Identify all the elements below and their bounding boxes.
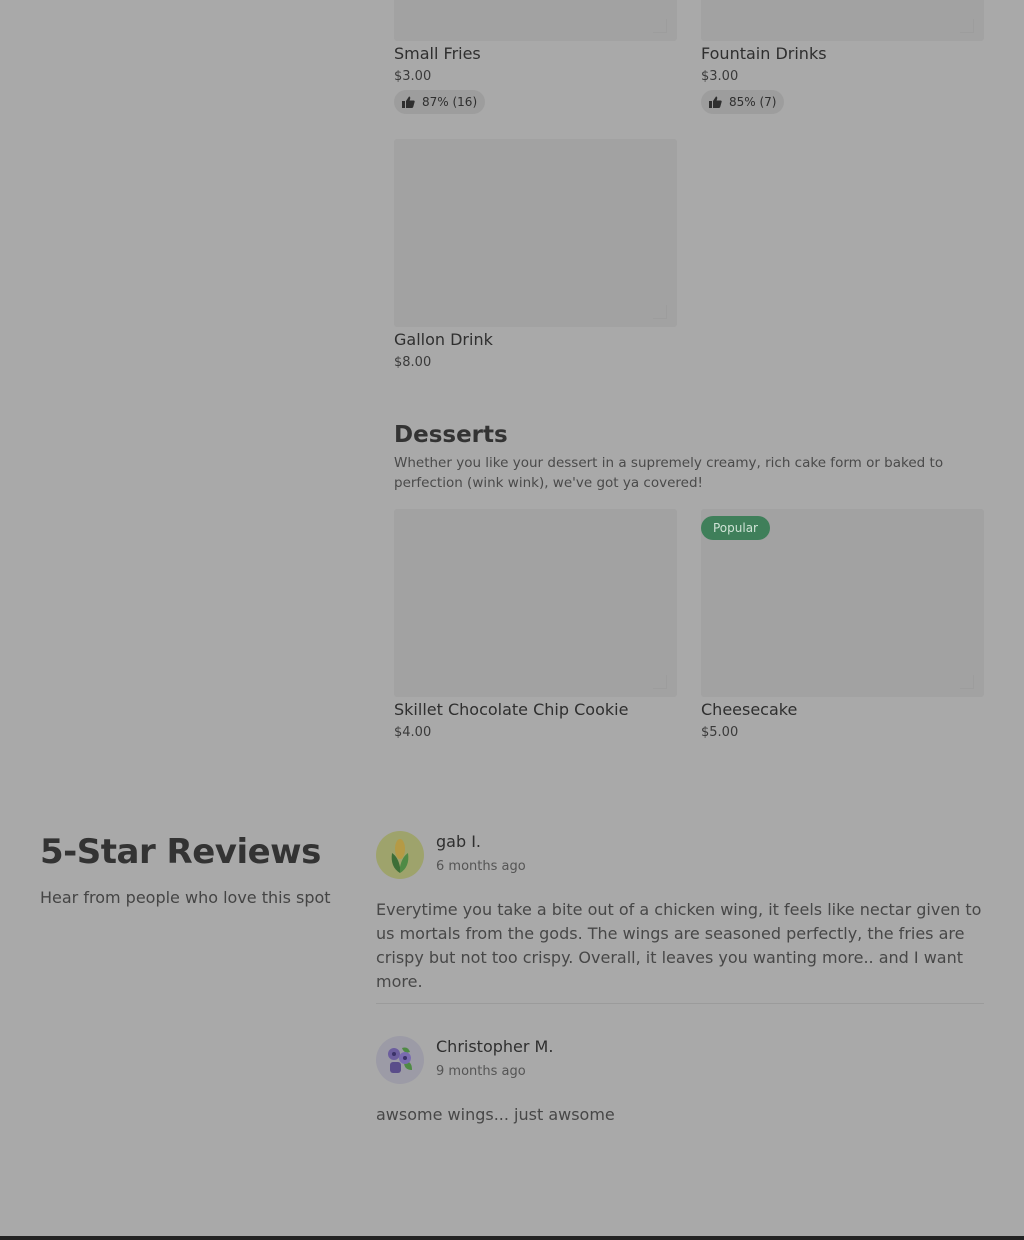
thumbs-up-icon [402, 96, 415, 108]
popular-badge: Popular [701, 516, 770, 540]
item-name-small-fries[interactable]: Small Fries [394, 44, 481, 63]
thumbs-up-icon [709, 96, 722, 108]
rating-pill-fountain-drinks: 85% (7) [701, 90, 785, 114]
item-price-skillet-cookie: $4.00 [394, 725, 432, 740]
reviewer-name[interactable]: Christopher M. [436, 1037, 553, 1056]
item-price-fountain-drinks: $3.00 [701, 69, 739, 84]
section-description-desserts: Whether you like your dessert in a supre… [394, 455, 944, 491]
review-text: Everytime you take a bite out of a chick… [376, 900, 982, 991]
item-price-gallon-drink: $8.00 [394, 355, 432, 370]
item-price-small-fries: $3.00 [394, 69, 432, 84]
item-name-fountain-drinks[interactable]: Fountain Drinks [701, 44, 827, 63]
item-name-gallon-drink[interactable]: Gallon Drink [394, 330, 493, 349]
item-image-skillet-cookie[interactable] [394, 509, 677, 697]
item-name-cheesecake[interactable]: Cheesecake [701, 700, 797, 719]
review-time: 9 months ago [436, 1064, 526, 1079]
reviewer-avatar [376, 831, 424, 879]
reviews-title: 5-Star Reviews [40, 832, 321, 872]
item-image-fountain-drinks[interactable] [701, 0, 984, 41]
rating-pill-small-fries: 87% (16) [394, 90, 486, 114]
item-image-gallon-drink[interactable] [394, 139, 677, 327]
item-name-skillet-cookie[interactable]: Skillet Chocolate Chip Cookie [394, 700, 628, 719]
rating-text: 85% (7) [729, 95, 777, 109]
reviewer-avatar [376, 1036, 424, 1084]
reviewer-name[interactable]: gab I. [436, 832, 481, 851]
review-time: 6 months ago [436, 859, 526, 874]
item-price-cheesecake: $5.00 [701, 725, 739, 740]
corn-icon [391, 839, 409, 873]
review-divider [376, 1003, 984, 1004]
review-text: awsome wings... just awsome [376, 1105, 615, 1124]
section-title-desserts: Desserts [394, 422, 508, 448]
item-image-small-fries[interactable] [394, 0, 677, 41]
rating-text: 87% (16) [422, 95, 478, 109]
reviews-subtitle: Hear from people who love this spot [40, 888, 331, 907]
footer-edge [0, 1236, 1024, 1240]
blueberry-icon [388, 1047, 412, 1073]
